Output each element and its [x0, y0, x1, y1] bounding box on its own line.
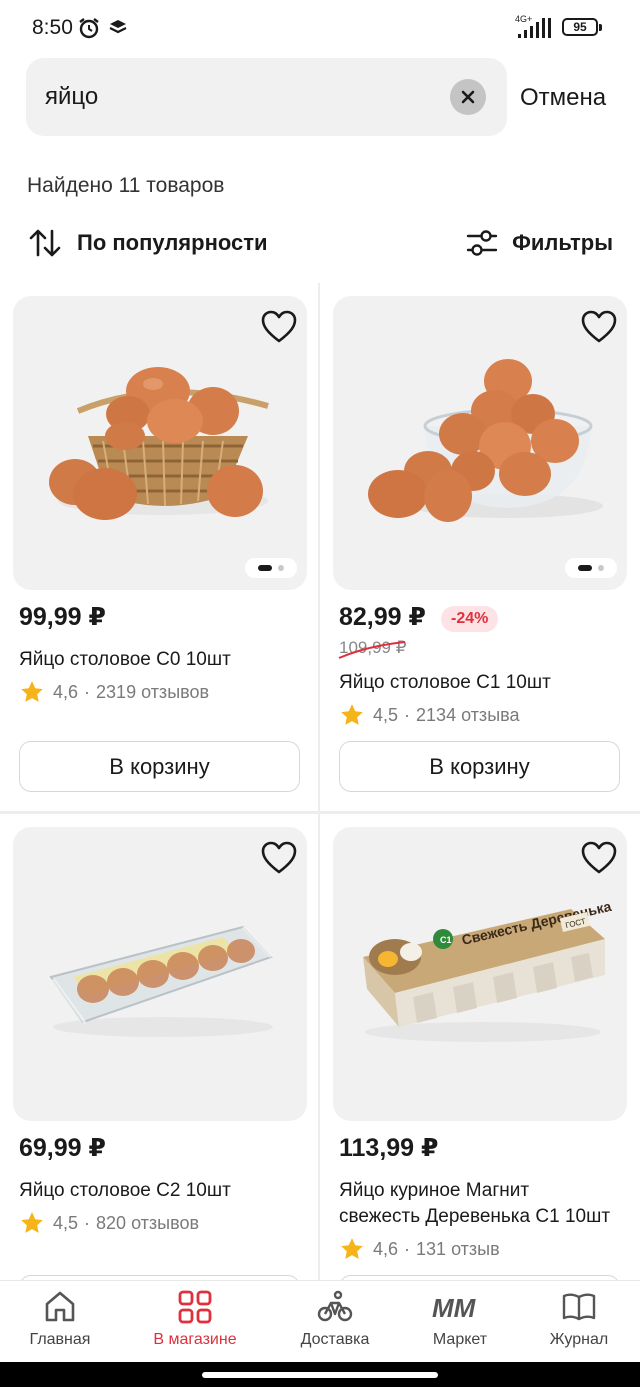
- heart-icon[interactable]: [261, 841, 297, 875]
- sort-button[interactable]: По популярности: [27, 225, 268, 261]
- search-input[interactable]: [45, 80, 445, 114]
- strikethrough-mark: [338, 641, 406, 659]
- product-title-line1[interactable]: Яйцо куриное Магнит: [339, 1177, 629, 1205]
- grid-divider-horizontal: [0, 811, 640, 814]
- star-icon: [21, 1212, 43, 1233]
- product-title[interactable]: Яйцо столовое С1 10шт: [339, 669, 629, 697]
- home-icon: [45, 1291, 75, 1322]
- package-grade: C1: [440, 935, 452, 945]
- mm-logo-icon: ММ: [432, 1293, 477, 1323]
- cancel-button[interactable]: Отмена: [520, 84, 606, 112]
- product-rating: 4,6 · 2319 отзывов: [19, 679, 209, 705]
- filters-label: Фильтры: [512, 230, 613, 255]
- nav-in-store[interactable]: В магазине: [135, 1289, 255, 1349]
- product-rating: 4,5 · 2134 отзыва: [339, 702, 520, 728]
- product-image[interactable]: [333, 296, 627, 590]
- sort-label: По популярности: [77, 230, 268, 255]
- signal-icon: [514, 14, 556, 45]
- rating-separator: ·: [404, 1238, 411, 1259]
- nav-market[interactable]: ММ Маркет: [400, 1289, 520, 1349]
- alarm-icon: [77, 16, 101, 45]
- star-icon: [21, 681, 43, 702]
- star-icon: [341, 704, 363, 725]
- product-title[interactable]: Яйцо столовое С2 10шт: [19, 1177, 309, 1205]
- rating-separator: ·: [84, 681, 91, 702]
- product-title-line2[interactable]: свежесть Деревенька С1 10шт: [339, 1203, 629, 1231]
- image-pager: [245, 558, 297, 578]
- product-title[interactable]: Яйцо столовое С0 10шт: [19, 646, 309, 674]
- product-image[interactable]: [13, 296, 307, 590]
- product-price: 69,99 ₽: [19, 1134, 106, 1162]
- book-icon: [562, 1293, 596, 1321]
- results-count: Найдено 11 товаров: [27, 174, 225, 197]
- reviews-count: 131 отзыв: [416, 1238, 500, 1259]
- rating-value: 4,6: [53, 681, 79, 702]
- product-price: 82,99 ₽: [339, 603, 426, 631]
- system-navigation-bar: [0, 1362, 640, 1387]
- product-price: 113,99 ₽: [339, 1134, 439, 1162]
- star-icon: [341, 1238, 363, 1259]
- product-image[interactable]: [13, 827, 307, 1121]
- reviews-count: 820 отзывов: [96, 1212, 200, 1233]
- rating-value: 4,5: [373, 704, 399, 725]
- discount-badge: -24%: [441, 606, 499, 632]
- nav-label: Маркет: [432, 1331, 488, 1348]
- nav-label: В магазине: [153, 1331, 237, 1348]
- nav-journal[interactable]: Журнал: [519, 1289, 639, 1349]
- rating-value: 4,6: [373, 1238, 399, 1259]
- rating-separator: ·: [84, 1212, 91, 1233]
- bottom-nav: Главная В магазине Доставка ММ Маркет Жу…: [0, 1280, 640, 1362]
- product-image[interactable]: C1 Свежесть Деревенька ГОСТ: [333, 827, 627, 1121]
- nav-label: Доставка: [300, 1331, 370, 1348]
- heart-icon[interactable]: [581, 841, 617, 875]
- battery-indicator: 95: [562, 18, 602, 36]
- layers-icon: [108, 18, 128, 43]
- filters-button[interactable]: Фильтры: [466, 228, 613, 258]
- reviews-count: 2319 отзывов: [96, 681, 210, 702]
- product-rating: 4,5 · 820 отзывов: [19, 1210, 199, 1236]
- product-price: 99,99 ₽: [19, 603, 106, 631]
- add-to-cart-button[interactable]: В корзину: [19, 741, 300, 792]
- market-logo-text: ММ: [432, 1293, 477, 1323]
- nav-home[interactable]: Главная: [0, 1289, 120, 1349]
- reviews-count: 2134 отзыва: [416, 704, 520, 725]
- clear-search-button[interactable]: [450, 79, 486, 115]
- product-rating: 4,6 · 131 отзыв: [339, 1236, 500, 1262]
- filters-icon: [466, 230, 498, 256]
- close-icon: [461, 90, 475, 104]
- heart-icon[interactable]: [581, 310, 617, 344]
- sort-arrows-icon: [29, 229, 61, 257]
- home-indicator[interactable]: [202, 1372, 438, 1378]
- rating-value: 4,5: [53, 1212, 79, 1233]
- search-box[interactable]: [26, 58, 507, 136]
- grid-icon: [178, 1290, 212, 1324]
- nav-label: Журнал: [549, 1331, 609, 1348]
- rating-separator: ·: [404, 704, 411, 725]
- grid-divider-vertical: [318, 283, 320, 1280]
- bike-icon: [317, 1290, 353, 1322]
- status-time: 8:50: [32, 16, 73, 39]
- nav-label: Главная: [29, 1331, 91, 1348]
- image-pager: [565, 558, 617, 578]
- status-bar: 8:50 4G+ 95: [0, 0, 640, 56]
- add-to-cart-button[interactable]: В корзину: [339, 741, 620, 792]
- nav-delivery[interactable]: Доставка: [275, 1289, 395, 1349]
- heart-icon[interactable]: [261, 310, 297, 344]
